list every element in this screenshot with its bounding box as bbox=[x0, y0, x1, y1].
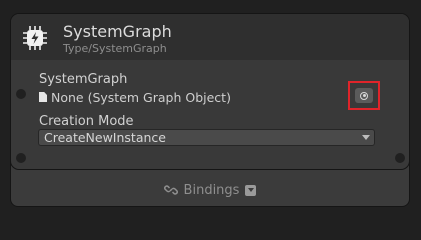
bindings-label: Bindings bbox=[183, 182, 240, 198]
output-port[interactable] bbox=[395, 153, 405, 163]
circuit-chip-icon bbox=[23, 26, 47, 50]
creation-mode-label: Creation Mode bbox=[39, 114, 134, 129]
creation-mode-dropdown[interactable]: CreateNewInstance bbox=[38, 129, 375, 146]
chevron-down-icon bbox=[362, 135, 370, 140]
link-icon bbox=[163, 185, 178, 195]
object-picker-button[interactable] bbox=[355, 88, 373, 103]
canvas: Bindings SystemGraph Type/SystemGraph Sy… bbox=[0, 0, 421, 219]
node-header[interactable]: SystemGraph Type/SystemGraph bbox=[11, 14, 409, 60]
system-graph-label: SystemGraph bbox=[39, 72, 128, 87]
object-picker-icon bbox=[360, 91, 368, 100]
bindings-toggle[interactable]: Bindings bbox=[11, 182, 409, 198]
node-subtitle: Type/SystemGraph bbox=[63, 42, 167, 55]
node-title: SystemGraph bbox=[63, 22, 172, 41]
checkbox-dropdown-icon[interactable] bbox=[245, 184, 257, 196]
input-port[interactable] bbox=[16, 153, 26, 163]
creation-mode-value: CreateNewInstance bbox=[44, 130, 166, 145]
system-graph-value: None (System Graph Object) bbox=[51, 89, 231, 105]
object-picker-highlight bbox=[348, 81, 380, 110]
input-port[interactable] bbox=[16, 89, 26, 99]
system-graph-object-field[interactable]: None (System Graph Object) bbox=[39, 89, 349, 105]
document-icon bbox=[39, 92, 47, 102]
